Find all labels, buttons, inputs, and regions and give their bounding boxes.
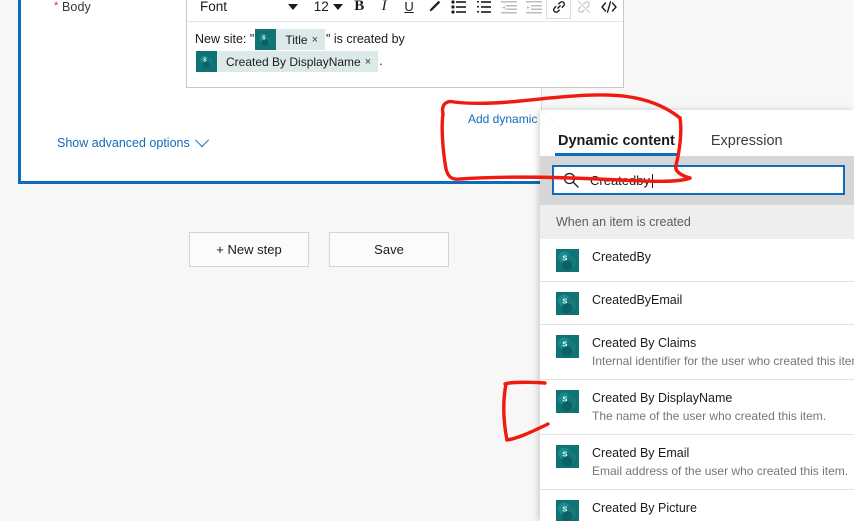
close-icon[interactable]: ×: [365, 51, 378, 73]
editor-toolbar: Font 12 B I U: [187, 0, 623, 22]
remove-link-icon[interactable]: [571, 0, 596, 19]
chevron-down-icon: [332, 3, 343, 10]
list-item-description: The name of the user who created this it…: [592, 409, 827, 423]
list-item-title: Created By Picture: [592, 501, 697, 515]
sharepoint-icon: S: [556, 500, 579, 521]
add-dynamic-content-link[interactable]: Add dynamic: [468, 112, 537, 126]
close-icon[interactable]: ×: [312, 29, 325, 51]
dynamic-token-title[interactable]: S Title ×: [255, 29, 325, 51]
search-icon: [562, 171, 580, 189]
insert-link-icon[interactable]: [546, 0, 572, 19]
search-band: Createdby: [540, 156, 854, 205]
list-item[interactable]: S Created By Email Email address of the …: [540, 435, 854, 490]
list-item-title: CreatedByEmail: [592, 293, 683, 307]
sharepoint-icon: S: [556, 249, 579, 272]
editor-text-prefix: New site: ": [195, 32, 255, 46]
token-label: Created By DisplayName: [226, 54, 361, 69]
sharepoint-icon: S: [556, 390, 579, 413]
tab-dynamic-content[interactable]: Dynamic content: [555, 133, 678, 156]
dynamic-token-created-by-displayname[interactable]: S Created By DisplayName ×: [196, 51, 379, 73]
list-item-title: Created By Claims: [592, 336, 697, 350]
list-item[interactable]: S CreatedByEmail: [540, 282, 854, 325]
dynamic-content-group-header: When an item is created: [540, 205, 854, 239]
required-asterisk: *: [54, 0, 59, 12]
flow-action-card: * Body Font 12 B I U New site: " S Title…: [18, 0, 624, 184]
show-advanced-options-label: Show advanced options: [57, 136, 190, 150]
editor-content-area[interactable]: New site: " S Title × " is created by S Creat…: [187, 22, 623, 76]
code-view-icon[interactable]: [596, 0, 621, 19]
svg-text:S: S: [562, 450, 567, 459]
panel-tab-bar: Dynamic content Expression: [540, 110, 854, 156]
annotation-bracket-left: [502, 382, 509, 442]
font-size-dropdown[interactable]: 12: [306, 0, 347, 18]
tab-expression[interactable]: Expression: [708, 133, 786, 156]
show-advanced-options-toggle[interactable]: Show advanced options: [57, 133, 209, 150]
search-input[interactable]: Createdby: [552, 165, 845, 195]
svg-text:S: S: [562, 254, 567, 263]
chevron-down-icon: [194, 133, 209, 148]
font-family-dropdown[interactable]: Font: [193, 0, 303, 18]
list-item-title: Created By Email: [592, 446, 690, 460]
editor-text-middle: " is created by: [326, 32, 405, 46]
list-item[interactable]: S Created By Claims Internal identifier …: [540, 325, 854, 380]
list-item-description: Internal identifier for the user who cre…: [592, 354, 854, 368]
svg-text:S: S: [562, 395, 567, 404]
sharepoint-icon: S: [196, 51, 217, 73]
text-color-pen-icon[interactable]: [422, 0, 447, 19]
list-item-title: CreatedBy: [592, 250, 652, 264]
sharepoint-icon: S: [255, 29, 277, 51]
svg-text:S: S: [562, 505, 567, 514]
increase-indent-icon[interactable]: [521, 0, 546, 19]
list-item[interactable]: S Created By DisplayName The name of the…: [540, 380, 854, 435]
svg-text:S: S: [562, 297, 567, 306]
body-label-text: Body: [61, 0, 91, 14]
rich-text-editor[interactable]: Font 12 B I U New site: " S Title × " is…: [186, 0, 624, 88]
dynamic-content-panel: Dynamic content Expression Createdby Whe…: [540, 110, 854, 521]
bulleted-list-icon[interactable]: [446, 0, 471, 19]
font-family-value: Font: [200, 0, 228, 14]
search-input-value: Createdby: [590, 172, 653, 188]
token-label: Title: [285, 32, 308, 47]
annotation-bracket-top: [503, 380, 547, 386]
list-item[interactable]: S CreatedBy: [540, 239, 854, 282]
font-size-value: 12: [313, 0, 329, 14]
list-item-description: Email address of the user who created th…: [592, 464, 849, 478]
chevron-down-icon: [287, 3, 298, 10]
svg-text:S: S: [562, 340, 567, 349]
list-item[interactable]: S Created By Picture Link to a picture o…: [540, 490, 854, 521]
sharepoint-icon: S: [556, 445, 579, 468]
new-step-button[interactable]: + New step: [189, 232, 309, 267]
numbered-list-icon[interactable]: [471, 0, 496, 19]
bold-button[interactable]: B: [347, 0, 372, 19]
italic-button[interactable]: I: [372, 0, 397, 19]
save-button[interactable]: Save: [329, 232, 449, 267]
editor-text-suffix: .: [379, 54, 383, 69]
sharepoint-icon: S: [556, 292, 579, 315]
list-item-title: Created By DisplayName: [592, 391, 733, 405]
underline-button[interactable]: U: [397, 0, 422, 19]
sharepoint-icon: S: [556, 335, 579, 358]
body-field-label: * Body: [54, 0, 91, 14]
decrease-indent-icon[interactable]: [496, 0, 521, 19]
